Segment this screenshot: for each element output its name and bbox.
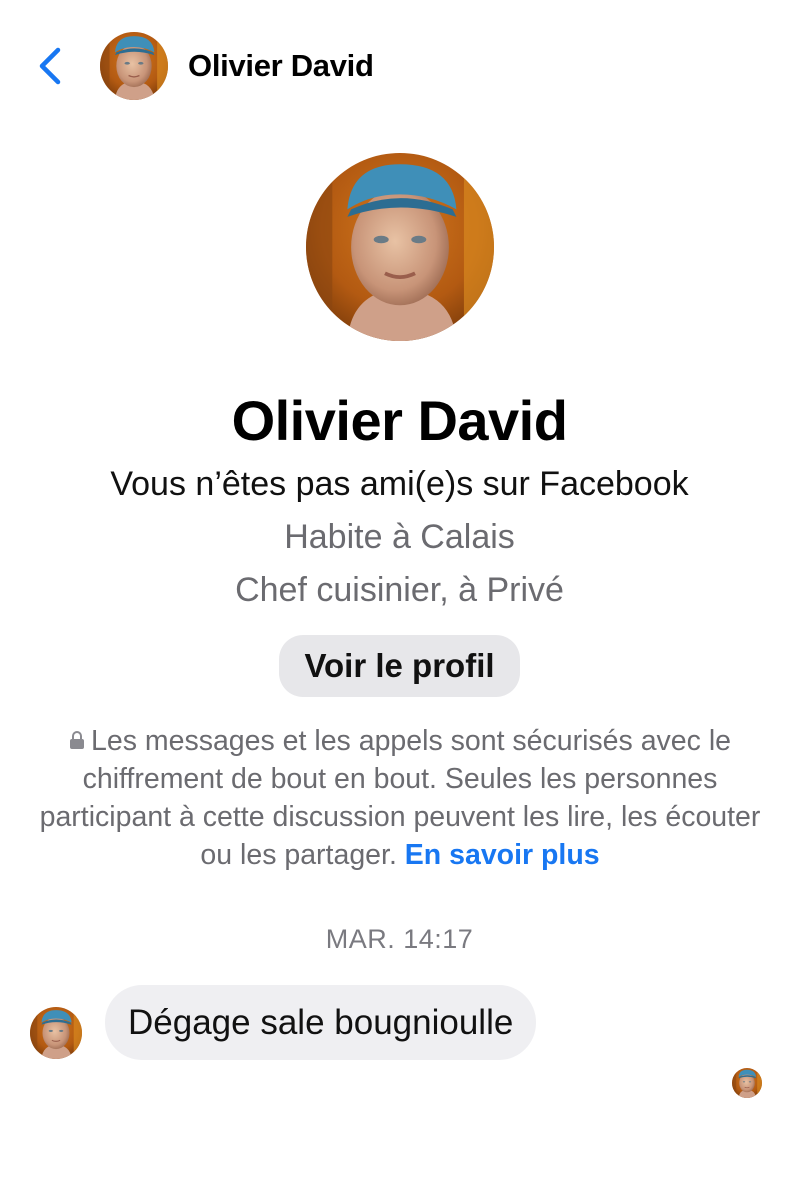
profile-avatar[interactable] [306, 153, 494, 341]
profile-location: Habite à Calais [284, 518, 515, 556]
chevron-left-icon [30, 44, 70, 88]
sender-avatar[interactable] [30, 1007, 82, 1059]
friend-status: Vous n’êtes pas ami(e)s sur Facebook [110, 465, 689, 503]
header-avatar[interactable] [100, 32, 168, 100]
seen-indicator-avatar [732, 1068, 762, 1098]
chat-header: Olivier David [0, 0, 799, 135]
back-button[interactable] [30, 44, 70, 88]
profile-job: Chef cuisinier, à Privé [235, 571, 564, 609]
header-contact-name[interactable]: Olivier David [188, 48, 374, 84]
encryption-notice: Les messages et les appels sont sécurisé… [20, 722, 780, 874]
lock-icon [69, 730, 85, 750]
message-bubble[interactable]: Dégage sale bougnioulle [105, 985, 537, 1060]
learn-more-link[interactable]: En savoir plus [405, 839, 600, 871]
encryption-notice-text: Les messages et les appels sont sécurisé… [39, 725, 761, 871]
profile-name: Olivier David [231, 389, 568, 452]
message-timestamp: MAR. 14:17 [325, 924, 474, 954]
view-profile-button[interactable]: Voir le profil [279, 635, 520, 697]
